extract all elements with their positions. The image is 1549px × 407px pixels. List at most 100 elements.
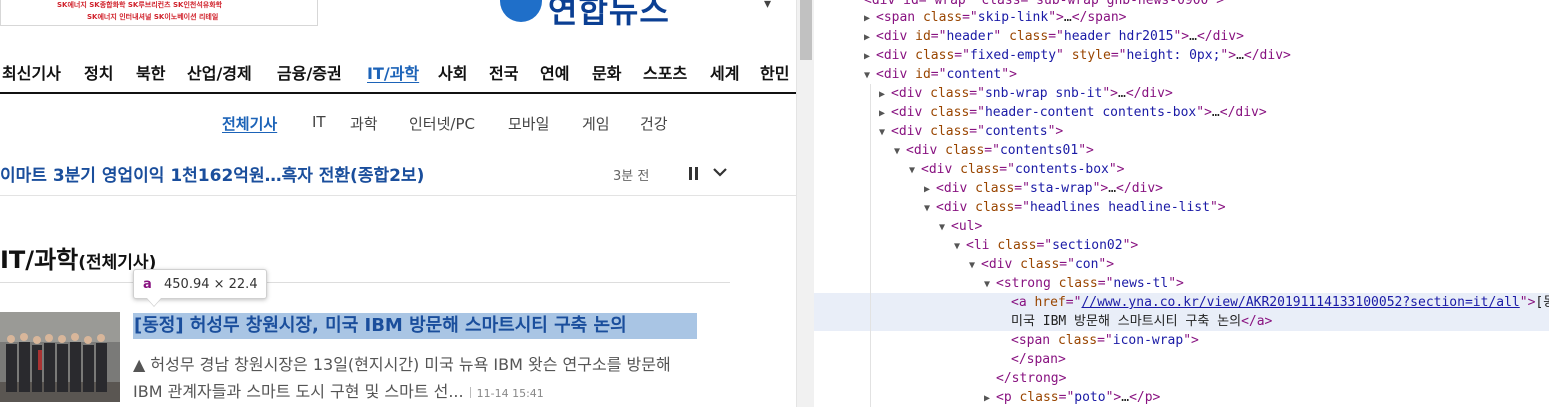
collapse-triangle-icon[interactable]: ▼ bbox=[954, 237, 966, 256]
gnb-item-politics[interactable]: 정치 bbox=[84, 60, 113, 84]
dom-token: </a> bbox=[1241, 314, 1273, 329]
gnb-item-sports[interactable]: 스포츠 bbox=[643, 60, 687, 84]
snb-item-internet-pc[interactable]: 인터넷/PC bbox=[409, 113, 475, 134]
dom-token: </div> bbox=[1196, 29, 1244, 44]
dom-token: class bbox=[1058, 276, 1098, 291]
dom-token: "> bbox=[1105, 390, 1122, 405]
dom-node-line[interactable]: ▼ <div class="contents-box"> bbox=[814, 160, 1549, 179]
dom-node-line[interactable]: ▼ <li class="section02"> bbox=[814, 236, 1549, 255]
collapse-triangle-icon[interactable]: ▼ bbox=[909, 161, 921, 180]
expand-triangle-icon[interactable]: ▶ bbox=[864, 9, 876, 28]
expand-triangle-icon[interactable]: ▶ bbox=[984, 389, 996, 407]
dom-token: =" bbox=[1065, 295, 1082, 310]
gnb-item-economy[interactable]: 산업/경제 bbox=[187, 60, 252, 84]
scrollbar-thumb[interactable] bbox=[800, 0, 812, 60]
gnb-item-it-science[interactable]: IT/과학 bbox=[367, 60, 419, 84]
dom-token: header bbox=[946, 29, 994, 44]
dom-token: icon-wrap bbox=[1112, 333, 1184, 348]
dom-token: "> bbox=[1519, 295, 1536, 310]
dom-node-line[interactable]: ▶ <div class="snb-wrap snb-it">…</div> bbox=[814, 84, 1549, 103]
dom-node-line[interactable]: <span class="icon-wrap"> bbox=[814, 331, 1549, 350]
gnb-item-north-korea[interactable]: 북한 bbox=[136, 60, 165, 84]
dom-node-line[interactable]: ▼ <div class="contents"> bbox=[814, 122, 1549, 141]
gnb-item-world[interactable]: 세계 bbox=[710, 60, 739, 84]
dom-token: <span bbox=[876, 10, 923, 25]
dom-node-line[interactable]: ▼ <ul> bbox=[814, 217, 1549, 236]
dom-token: "> bbox=[1102, 86, 1118, 101]
logo-dropdown-icon[interactable]: ▾ bbox=[764, 0, 771, 12]
gnb-item-national[interactable]: 전국 bbox=[489, 60, 518, 84]
dom-node-line[interactable]: ▶ <div class="sta-wrap">…</div> bbox=[814, 179, 1549, 198]
page-scrollbar[interactable] bbox=[796, 0, 814, 407]
collapse-triangle-icon[interactable]: ▼ bbox=[894, 142, 906, 161]
expand-triangle-icon[interactable]: ▶ bbox=[879, 104, 891, 123]
dom-token: … bbox=[1236, 48, 1244, 63]
dom-token[interactable]: //www.yna.co.kr/view/AKR2019111413310005… bbox=[1081, 295, 1519, 310]
expand-triangle-icon[interactable]: ▶ bbox=[924, 180, 936, 199]
dom-token: <p bbox=[996, 390, 1020, 405]
snb-item-health[interactable]: 건강 bbox=[640, 113, 668, 134]
article-title-link[interactable]: [동정] 허성무 창원시장, 미국 IBM 방문해 스마트시티 구축 논의 bbox=[133, 313, 697, 339]
dom-token: =" bbox=[1058, 390, 1075, 405]
chevron-down-icon[interactable] bbox=[712, 164, 728, 180]
dom-token: <div bbox=[906, 143, 946, 158]
dom-node-line[interactable]: </strong> bbox=[814, 369, 1549, 388]
dom-node-line[interactable]: 미국 IBM 방문해 스마트시티 구축 논의</a> bbox=[814, 312, 1549, 331]
ad-text-line-1: SK에너지 SK종합화학 SK루브리컨츠 SK인천석유화학 bbox=[57, 1, 223, 9]
dom-token: " bbox=[993, 29, 1010, 44]
site-logo-text[interactable]: 연합뉴스 bbox=[548, 0, 670, 32]
dom-token: "> bbox=[1098, 257, 1115, 272]
snb-item-it[interactable]: IT bbox=[312, 113, 326, 131]
expand-triangle-icon[interactable]: ▶ bbox=[864, 47, 876, 66]
dom-token: =" bbox=[1048, 29, 1064, 44]
dom-token: =" bbox=[1014, 200, 1030, 215]
snb-item-mobile[interactable]: 모바일 bbox=[508, 113, 549, 134]
gnb-item-society[interactable]: 사회 bbox=[438, 60, 467, 84]
dom-token: <div bbox=[891, 124, 931, 139]
collapse-triangle-icon[interactable]: ▼ bbox=[879, 123, 891, 142]
dom-node-line[interactable]: ▶ <div class="fixed-empty" style="height:… bbox=[814, 46, 1549, 65]
pause-icon[interactable] bbox=[688, 167, 700, 181]
dom-token: <div bbox=[921, 162, 961, 177]
collapse-triangle-icon[interactable]: ▼ bbox=[924, 199, 936, 218]
group-photo-image bbox=[0, 312, 120, 402]
gnb-item-culture[interactable]: 문화 bbox=[592, 60, 621, 84]
dom-token: "> bbox=[1196, 105, 1212, 120]
expand-triangle-icon[interactable]: ▶ bbox=[864, 28, 876, 47]
dom-node-line[interactable]: ▼ <strong class="news-tl"> bbox=[814, 274, 1549, 293]
article-thumbnail[interactable] bbox=[0, 312, 120, 402]
dom-token: "> bbox=[1001, 67, 1017, 82]
dom-token: "> bbox=[1048, 10, 1064, 25]
snb-item-science[interactable]: 과학 bbox=[350, 113, 378, 134]
dom-token: </div> bbox=[1243, 48, 1291, 63]
gnb-item-hanminjok[interactable]: 한민 bbox=[760, 60, 789, 84]
expand-triangle-icon[interactable]: ▶ bbox=[879, 85, 891, 104]
ticker-headline[interactable]: 이마트 3분기 영업이익 1천162억원…흑자 전환(종합2보) bbox=[0, 161, 424, 186]
collapse-triangle-icon[interactable]: ▼ bbox=[984, 275, 996, 294]
dom-node-line[interactable]: ▶ <div class="header-content contents-box… bbox=[814, 103, 1549, 122]
dom-node-line[interactable]: <a href="//www.yna.co.kr/view/AKR2019111… bbox=[814, 293, 1549, 312]
dom-node-line[interactable]: ▼ <div class="headlines headline-list"> bbox=[814, 198, 1549, 217]
dom-node-line[interactable]: ▶ <p class="poto">…</p> bbox=[814, 388, 1549, 407]
top-banner-ad[interactable]: SK에너지 SK종합화학 SK루브리컨츠 SK인천석유화학 SK에너지 인터내셔… bbox=[0, 0, 318, 26]
collapse-triangle-icon[interactable]: ▼ bbox=[939, 218, 951, 237]
collapse-triangle-icon[interactable]: ▼ bbox=[969, 256, 981, 275]
dom-node-line[interactable]: ▶ <span class="skip-link">…</span> bbox=[814, 8, 1549, 27]
dom-node-line[interactable]: ▶ <div id="header" class="header hdr2015"… bbox=[814, 27, 1549, 46]
dom-token: =" bbox=[969, 105, 985, 120]
gnb-item-entertainment[interactable]: 연예 bbox=[540, 60, 569, 84]
snb-item-game[interactable]: 게임 bbox=[582, 113, 610, 134]
dom-token: <div bbox=[936, 200, 976, 215]
snb-item-all[interactable]: 전체기사 bbox=[222, 113, 277, 134]
dom-node-line[interactable]: ▼ <div id="content"> bbox=[814, 65, 1549, 84]
tooltip-tag-name: a bbox=[143, 277, 152, 292]
dom-token: class bbox=[922, 10, 963, 25]
site-logo-icon[interactable] bbox=[500, 0, 542, 22]
dom-token: "> bbox=[1092, 181, 1109, 196]
dom-node-line[interactable]: ▼ <div class="con"> bbox=[814, 255, 1549, 274]
dom-node-line[interactable]: </span> bbox=[814, 350, 1549, 369]
dom-node-line[interactable]: ▼ <div class="contents01"> bbox=[814, 141, 1549, 160]
collapse-triangle-icon[interactable]: ▼ bbox=[864, 66, 876, 85]
gnb-item-latest[interactable]: 최신기사 bbox=[2, 60, 61, 84]
gnb-item-finance[interactable]: 금융/증권 bbox=[277, 60, 342, 84]
